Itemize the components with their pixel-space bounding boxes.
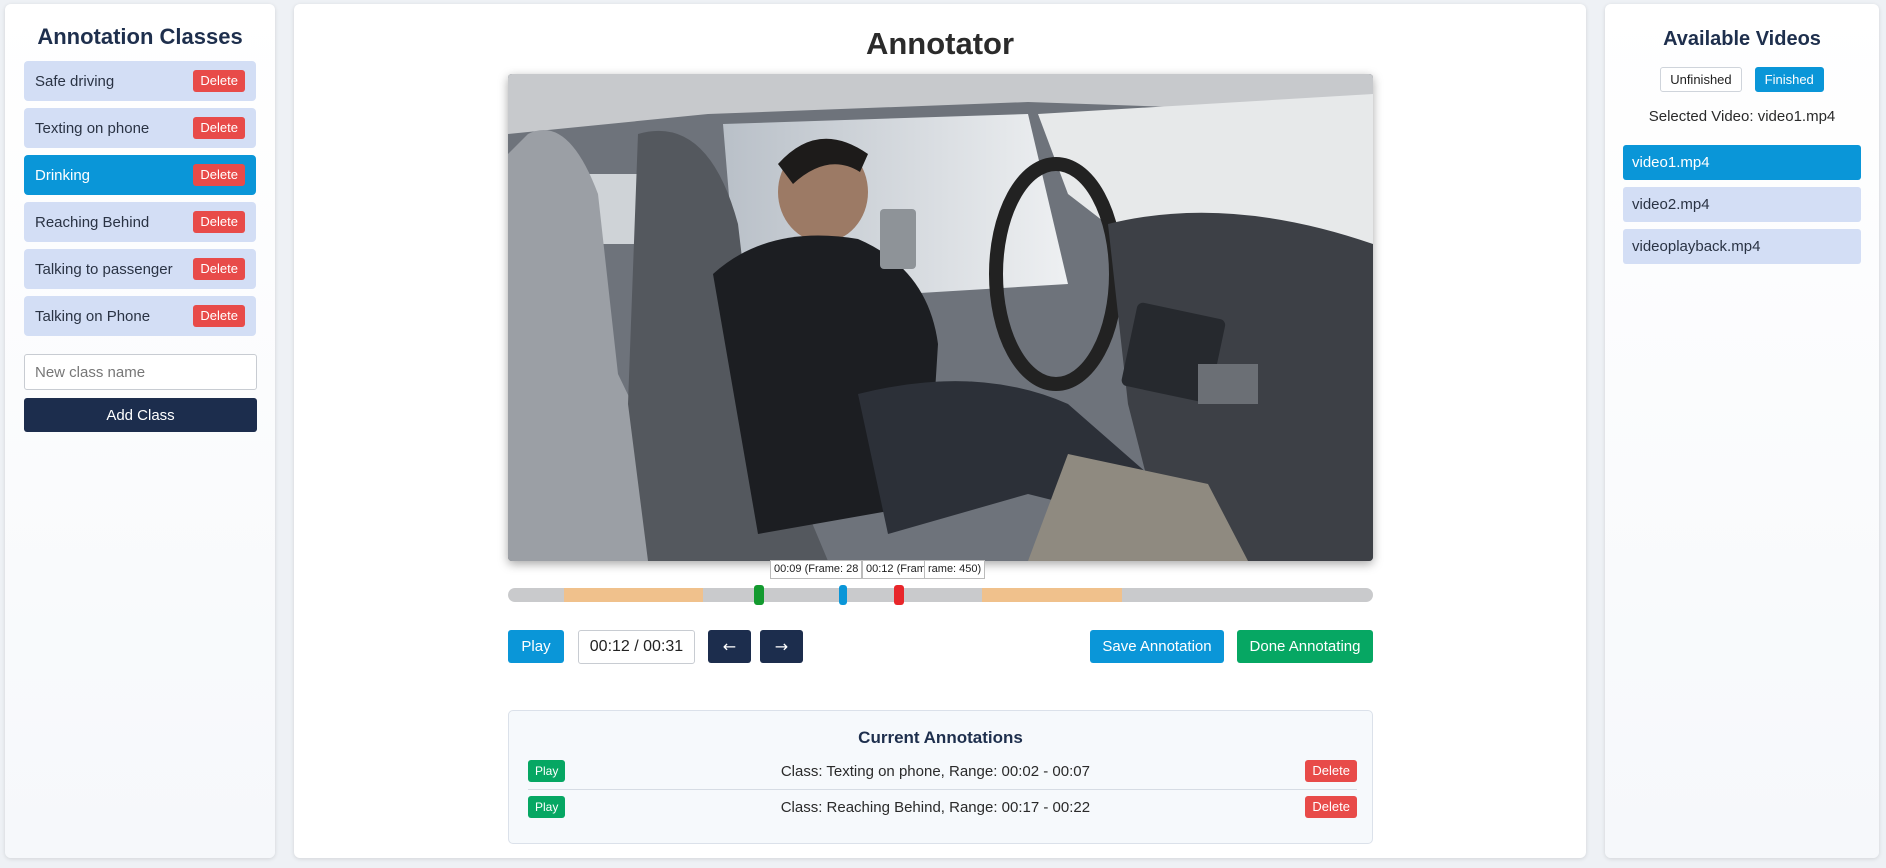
play-annotation-button[interactable]: Play bbox=[528, 796, 566, 818]
class-label: Drinking bbox=[35, 166, 91, 184]
prev-frame-button[interactable]: ← bbox=[708, 630, 751, 663]
video-filter-toggle: Unfinished Finished bbox=[1605, 67, 1879, 92]
annotation-classes-title: Annotation Classes bbox=[37, 24, 243, 49]
page-title: Annotator bbox=[865, 26, 1015, 61]
class-item-texting-on-phone[interactable]: Texting on phone Delete bbox=[24, 108, 256, 148]
next-frame-button[interactable]: → bbox=[760, 630, 803, 663]
class-item-reaching-behind[interactable]: Reaching Behind Delete bbox=[24, 202, 256, 242]
range-start-handle[interactable] bbox=[754, 585, 765, 605]
finished-filter-button[interactable]: Finished bbox=[1754, 67, 1824, 92]
delete-class-button[interactable]: Delete bbox=[193, 117, 245, 139]
row-divider bbox=[528, 789, 1357, 790]
annotation-row: Play Class: Reaching Behind, Range: 00:1… bbox=[528, 793, 1357, 821]
available-videos-panel: Available Videos Unfinished Finished Sel… bbox=[1605, 4, 1879, 858]
current-annotations-title: Current Annotations bbox=[858, 728, 1023, 747]
class-label: Safe driving bbox=[35, 72, 115, 90]
playhead-handle[interactable] bbox=[838, 585, 847, 605]
controls-row: Play 00:12 / 00:31 ← → Save Annotation D… bbox=[508, 630, 1373, 664]
delete-class-button[interactable]: Delete bbox=[193, 70, 245, 92]
video-player[interactable] bbox=[508, 74, 1373, 561]
video-frame-image bbox=[508, 74, 1373, 561]
range-end-handle[interactable] bbox=[893, 585, 904, 605]
delete-class-button[interactable]: Delete bbox=[193, 211, 245, 233]
available-videos-title: Available Videos bbox=[1663, 28, 1821, 50]
play-button[interactable]: Play bbox=[508, 630, 564, 663]
current-annotations-panel: Current Annotations Play Class: Texting … bbox=[508, 710, 1373, 844]
annotation-segment bbox=[982, 588, 1122, 602]
annotation-classes-panel: Annotation Classes Safe driving Delete T… bbox=[5, 4, 275, 858]
timeline-end-tooltip: rame: 450) bbox=[924, 560, 986, 579]
video-list: video1.mp4 video2.mp4 videoplayback.mp4 bbox=[1605, 145, 1879, 264]
class-label: Reaching Behind bbox=[35, 213, 150, 231]
class-item-drinking[interactable]: Drinking Delete bbox=[24, 155, 256, 195]
done-annotating-button[interactable]: Done Annotating bbox=[1237, 630, 1373, 663]
annotator-panel: Annotator 00:09 (Frame: 28 00:12 (Frame:… bbox=[294, 4, 1586, 858]
class-label: Talking to passenger bbox=[35, 260, 173, 278]
annotation-row: Play Class: Texting on phone, Range: 00:… bbox=[528, 757, 1357, 785]
annotation-text: Class: Texting on phone, Range: 00:02 - … bbox=[780, 762, 1090, 780]
class-label: Talking on Phone bbox=[35, 307, 151, 325]
video-item-videoplayback[interactable]: videoplayback.mp4 bbox=[1623, 229, 1861, 264]
class-item-safe-driving[interactable]: Safe driving Delete bbox=[24, 61, 256, 101]
delete-class-button[interactable]: Delete bbox=[193, 164, 245, 186]
save-annotation-button[interactable]: Save Annotation bbox=[1090, 630, 1224, 663]
timeline-track[interactable] bbox=[508, 585, 1373, 605]
delete-annotation-button[interactable]: Delete bbox=[1305, 796, 1357, 818]
add-class-button[interactable]: Add Class bbox=[24, 398, 257, 432]
play-annotation-button[interactable]: Play bbox=[528, 760, 566, 782]
annotation-segment bbox=[563, 588, 704, 602]
class-item-talking-to-passenger[interactable]: Talking to passenger Delete bbox=[24, 249, 256, 289]
class-list: Safe driving Delete Texting on phone Del… bbox=[5, 61, 275, 432]
delete-class-button[interactable]: Delete bbox=[193, 258, 245, 280]
annotation-text: Class: Reaching Behind, Range: 00:17 - 0… bbox=[780, 798, 1091, 816]
selected-video-text: Selected Video: video1.mp4 bbox=[1648, 108, 1836, 125]
class-label: Texting on phone bbox=[35, 119, 150, 137]
video-item-video1[interactable]: video1.mp4 bbox=[1623, 145, 1861, 180]
time-display: 00:12 / 00:31 bbox=[578, 630, 695, 664]
unfinished-filter-button[interactable]: Unfinished bbox=[1660, 67, 1742, 92]
delete-annotation-button[interactable]: Delete bbox=[1305, 760, 1357, 782]
video-item-video2[interactable]: video2.mp4 bbox=[1623, 187, 1861, 222]
timeline-start-tooltip: 00:09 (Frame: 28 bbox=[770, 560, 863, 579]
delete-class-button[interactable]: Delete bbox=[193, 305, 245, 327]
class-item-talking-on-phone[interactable]: Talking on Phone Delete bbox=[24, 296, 256, 336]
new-class-input[interactable] bbox=[24, 354, 257, 390]
